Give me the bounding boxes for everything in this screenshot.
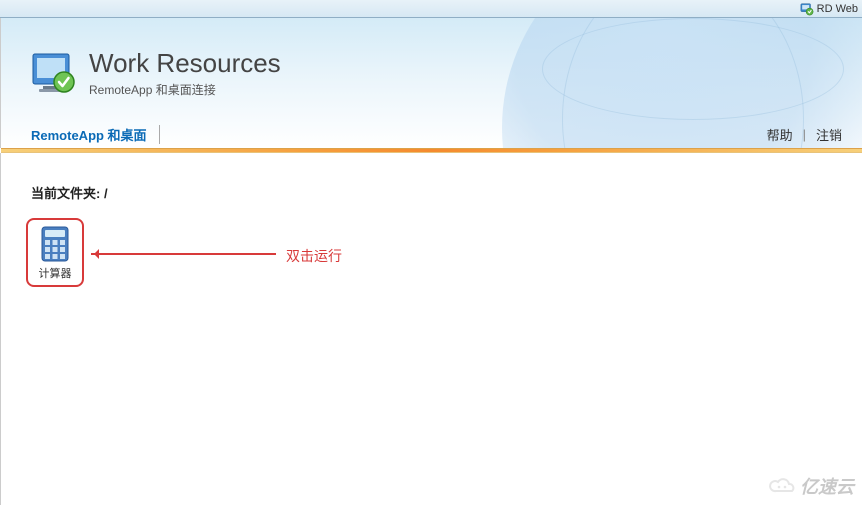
page-title: Work Resources: [89, 48, 281, 79]
watermark: 亿速云: [768, 473, 854, 499]
current-folder-label: 当前文件夹: /: [31, 183, 832, 202]
browser-tab-label: RD Web: [817, 3, 858, 15]
rdweb-icon: [800, 2, 814, 16]
annotation-arrow: [91, 253, 276, 255]
browser-tab-bar: RD Web: [0, 0, 862, 18]
cloud-icon: [768, 477, 796, 495]
annotation-text: 双击运行: [286, 246, 342, 266]
work-resources-icon: [31, 52, 79, 96]
page-subtitle: RemoteApp 和桌面连接: [89, 81, 281, 98]
tab-remoteapp[interactable]: RemoteApp 和桌面: [31, 125, 160, 144]
calculator-icon: [40, 226, 70, 262]
app-label: 计算器: [30, 265, 80, 281]
watermark-text: 亿速云: [800, 473, 854, 499]
signout-link[interactable]: 注销: [806, 125, 852, 144]
app-calculator[interactable]: 计算器: [26, 218, 84, 287]
help-link[interactable]: 帮助: [757, 125, 803, 144]
header-banner: Work Resources RemoteApp 和桌面连接 RemoteApp…: [0, 18, 862, 148]
logo-block: Work Resources RemoteApp 和桌面连接: [31, 48, 281, 98]
nav-row: RemoteApp 和桌面 帮助 | 注销: [31, 125, 852, 144]
content-area: 当前文件夹: / 计算器 双击运行 亿速云: [0, 153, 862, 505]
